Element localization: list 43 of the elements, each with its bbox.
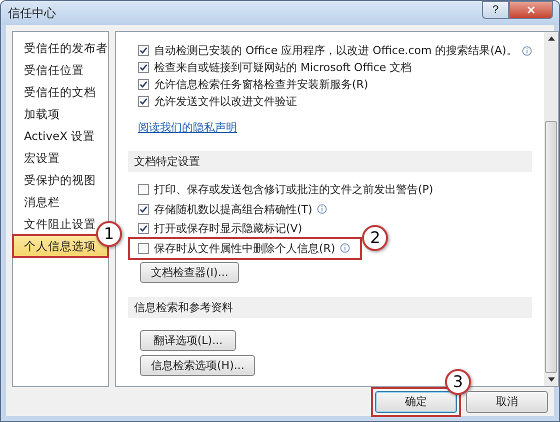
sidebar-item[interactable]: 受信任位置 — [13, 59, 84, 81]
info-icon — [522, 46, 532, 56]
checkbox[interactable] — [138, 79, 149, 90]
sidebar-item[interactable]: 文件阻止设置 — [13, 213, 96, 235]
settings-button[interactable]: 信息检索选项(H)... — [140, 355, 256, 376]
dialog-button[interactable]: 确定 — [375, 390, 457, 412]
dialog-button[interactable]: 取消 — [466, 390, 548, 412]
sidebar-item[interactable]: 受保护的视图 — [13, 169, 96, 191]
settings-button[interactable]: 文档检查器(I)... — [140, 262, 240, 283]
option-label: 检查来自或链接到可疑网站的 Microsoft Office 文档 — [154, 60, 412, 75]
checkbox[interactable] — [138, 204, 149, 215]
checkbox[interactable] — [138, 184, 149, 196]
sidebar-item[interactable]: 个人信息选项 — [13, 235, 108, 257]
info-icon — [317, 204, 328, 214]
checkbox[interactable] — [138, 45, 149, 56]
window-title: 信任中心 — [8, 4, 56, 22]
sidebar-item[interactable]: 宏设置 — [13, 147, 60, 169]
option-label: 允许信息检索任务窗格检查并安装新服务(R) — [154, 77, 368, 92]
section-header: 信息检索和参考资料 — [128, 297, 532, 318]
checkbox[interactable] — [138, 242, 149, 254]
sidebar-item[interactable]: 受信任的文档 — [13, 81, 96, 103]
step-number-badge: 2 — [362, 224, 388, 250]
sidebar-item[interactable]: 加载项 — [13, 103, 60, 125]
checkbox[interactable] — [138, 223, 149, 234]
option-label: 自动检测已安装的 Office 应用程序，以改进 Office.com 的搜索结果(A)。 — [154, 43, 518, 58]
sidebar-item[interactable]: 受信任的发布者 — [13, 37, 108, 59]
help-button[interactable]: ? — [482, 1, 509, 19]
privacy-link[interactable]: 阅读我们的隐私声明 — [138, 120, 237, 135]
checkbox[interactable] — [138, 62, 149, 73]
sidebar-item[interactable]: 消息栏 — [13, 191, 60, 213]
scroll-down-icon[interactable] — [548, 377, 555, 382]
option-label: 允许发送文件以改进文件验证 — [154, 94, 297, 109]
checkbox[interactable] — [138, 96, 149, 107]
section-header: 文档特定设置 — [128, 151, 532, 172]
option-label: 打印、保存或发送包含修订或批注的文件之前发出警告(P) — [154, 182, 434, 198]
scroll-up-icon[interactable] — [548, 36, 555, 41]
option-label: 存储随机数以提高组合精确性(T) — [154, 202, 312, 217]
sidebar-item[interactable]: ActiveX 设置 — [13, 125, 96, 147]
settings-button[interactable]: 翻译选项(L)... — [140, 330, 236, 351]
info-icon — [340, 243, 350, 254]
option-label: 打开或保存时显示隐藏标记(V) — [154, 221, 302, 236]
option-label: 保存时从文件属性中删除个人信息(R) — [154, 240, 336, 256]
scrollbar[interactable] — [544, 32, 558, 386]
